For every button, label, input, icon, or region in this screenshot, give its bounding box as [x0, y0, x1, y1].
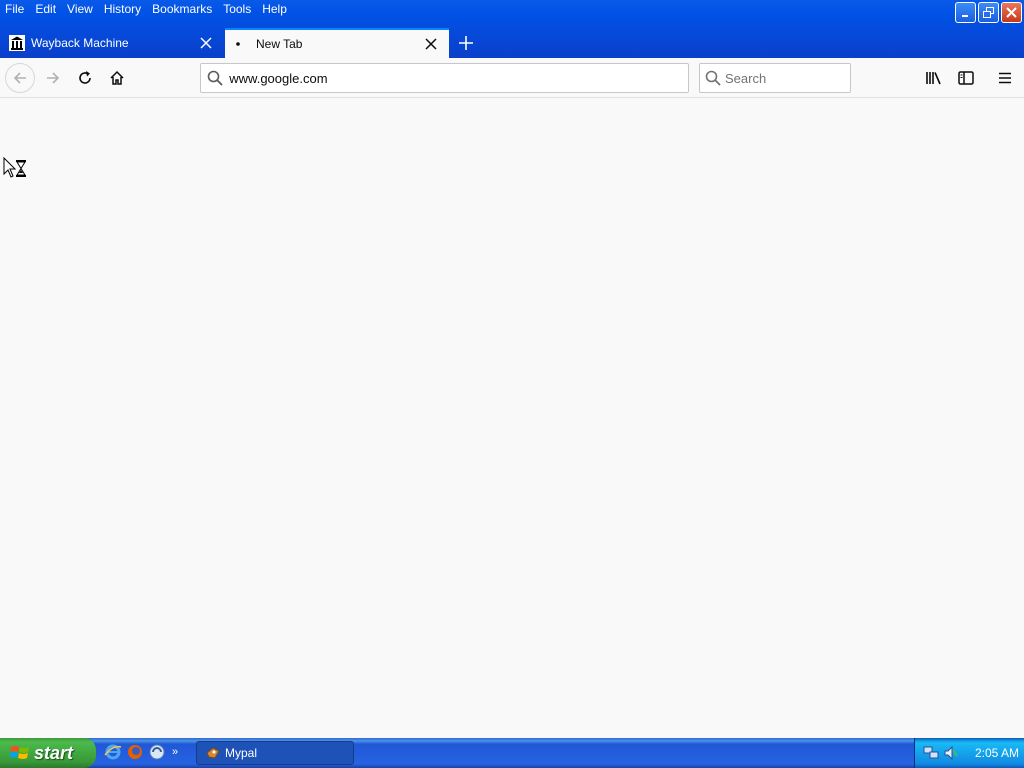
firefox-icon[interactable] [126, 743, 144, 761]
mypal-icon [206, 747, 220, 759]
busy-cursor-icon [3, 156, 27, 182]
library-button[interactable] [920, 64, 948, 92]
sidebar-icon [958, 71, 974, 85]
browser-icon[interactable] [148, 743, 166, 761]
new-tab-button[interactable] [454, 31, 478, 55]
tab-new-tab[interactable]: New Tab [225, 28, 449, 58]
quick-launch-more-icon[interactable]: » [172, 746, 178, 758]
quick-launch: » [104, 743, 178, 761]
arrow-left-icon [13, 72, 26, 84]
internet-explorer-icon[interactable] [104, 743, 122, 761]
tab-wayback-machine[interactable]: Wayback Machine [0, 28, 224, 58]
restore-button[interactable] [978, 2, 999, 23]
plus-icon [459, 36, 473, 50]
tab-title: Wayback Machine [31, 36, 129, 50]
tab-dot-icon [234, 36, 250, 52]
window-controls [955, 2, 1022, 23]
start-button[interactable]: start [0, 738, 96, 768]
close-icon [1006, 7, 1017, 18]
system-tray: 2:05 AM [914, 738, 1024, 768]
search-input[interactable] [725, 70, 850, 86]
arrow-right-icon [47, 72, 60, 84]
navigation-toolbar [0, 58, 1024, 98]
search-bar[interactable] [699, 63, 851, 93]
hamburger-icon [999, 72, 1011, 84]
menu-tools[interactable]: Tools [218, 0, 257, 18]
close-window-button[interactable] [1001, 2, 1022, 23]
clock: 2:05 AM [975, 746, 1020, 760]
tab-close-icon[interactable] [423, 36, 439, 52]
wayback-favicon-icon [9, 35, 25, 51]
tab-title: New Tab [256, 37, 303, 51]
menu-file[interactable]: File [0, 0, 30, 18]
menu-history[interactable]: History [99, 0, 147, 18]
taskbar: start » Mypal 2:05 AM [0, 738, 1024, 768]
taskbar-item-label: Mypal [225, 746, 258, 760]
menu-button[interactable] [991, 64, 1019, 92]
window-titlebar: File Edit View History Bookmarks Tools H… [0, 0, 1024, 58]
network-icon[interactable] [923, 745, 939, 761]
url-input[interactable] [229, 70, 688, 86]
windows-logo-icon [10, 746, 29, 759]
page-content[interactable] [0, 99, 1024, 738]
restore-icon [983, 7, 994, 18]
tab-close-icon[interactable] [198, 35, 214, 51]
library-icon [926, 72, 941, 85]
start-label: start [34, 742, 74, 763]
home-button[interactable] [103, 64, 131, 92]
sidebar-button[interactable] [952, 64, 980, 92]
volume-icon[interactable] [943, 745, 959, 761]
home-icon [110, 70, 124, 85]
menu-help[interactable]: Help [257, 0, 293, 18]
url-bar[interactable] [200, 63, 689, 93]
menu-bookmarks[interactable]: Bookmarks [147, 0, 218, 18]
menu-edit[interactable]: Edit [30, 0, 62, 18]
minimize-button[interactable] [955, 2, 976, 23]
reload-button[interactable] [71, 64, 99, 92]
forward-button[interactable] [39, 64, 67, 92]
menu-bar: File Edit View History Bookmarks Tools H… [0, 0, 293, 18]
search-icon [700, 70, 725, 86]
reload-icon [79, 71, 91, 84]
tab-strip: Wayback Machine New Tab [0, 26, 1024, 58]
minimize-icon [961, 14, 968, 17]
back-button[interactable] [5, 63, 35, 93]
menu-view[interactable]: View [62, 0, 99, 18]
search-icon [201, 70, 229, 86]
taskbar-item-mypal[interactable]: Mypal [196, 741, 354, 765]
